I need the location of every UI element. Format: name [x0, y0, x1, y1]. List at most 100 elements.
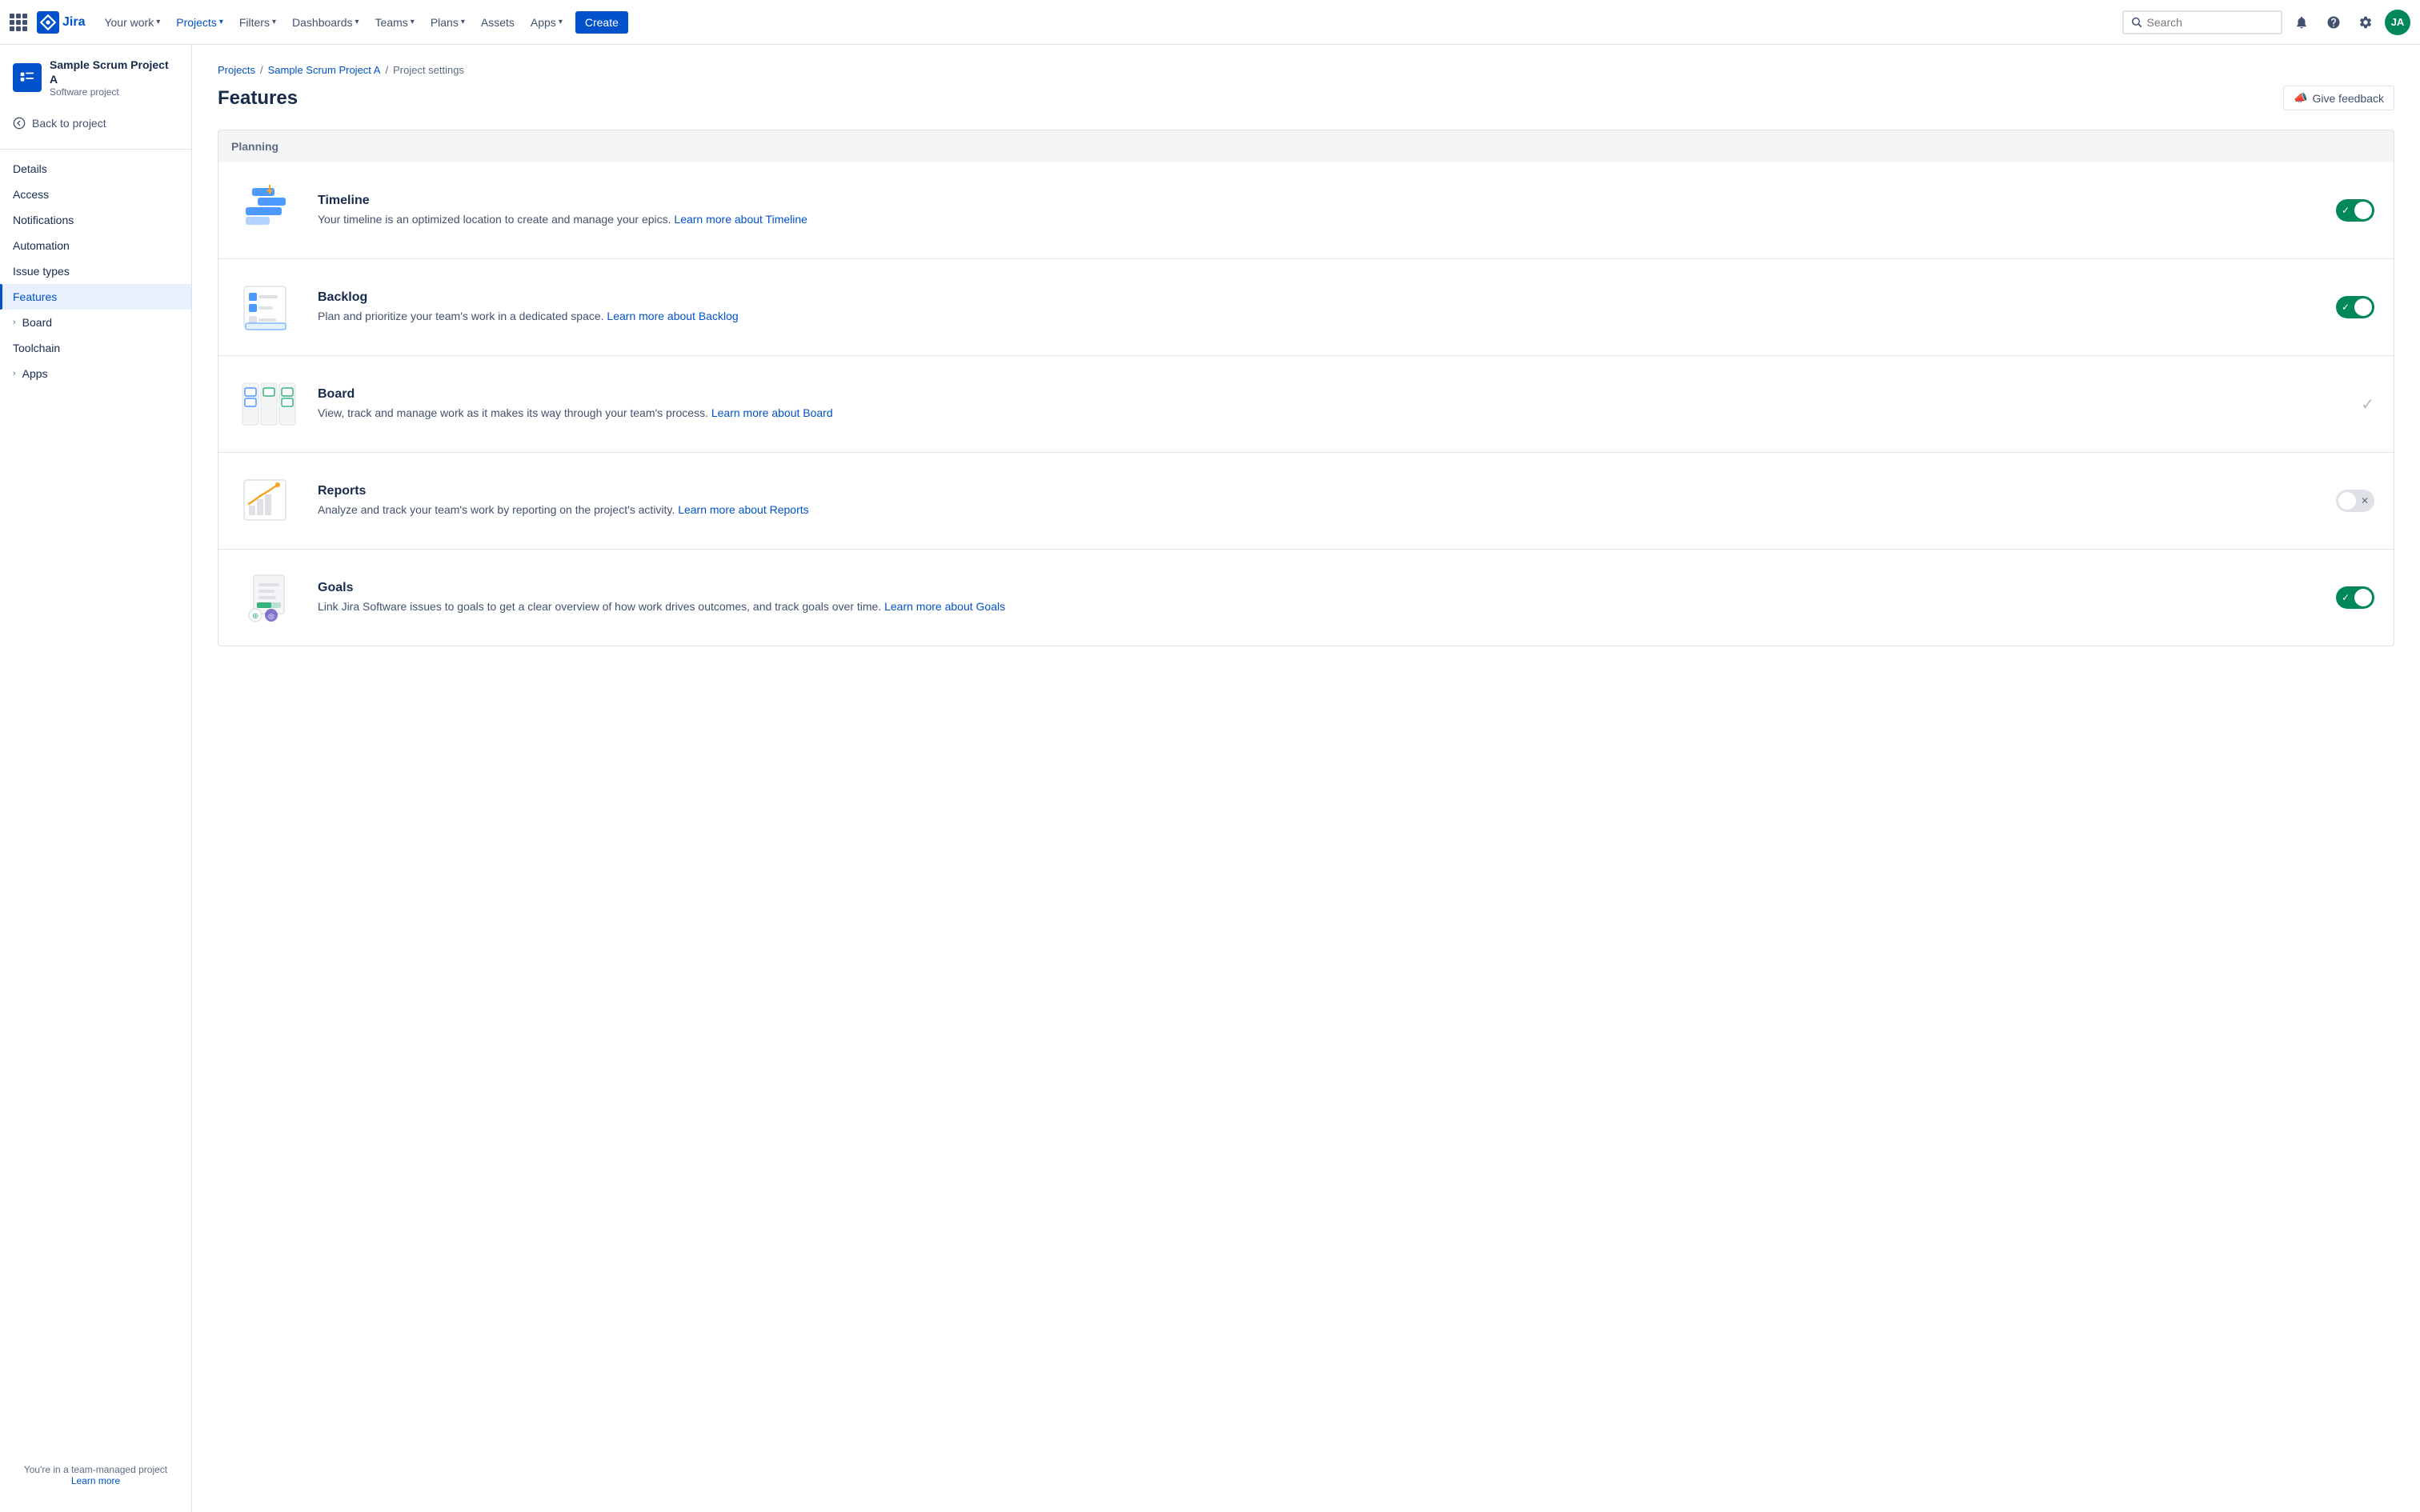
sidebar-item-toolchain[interactable]: Toolchain — [0, 335, 191, 361]
page-header: Features 📣 Give feedback — [218, 86, 2394, 110]
expand-icon: › — [13, 369, 16, 378]
help-button[interactable] — [2321, 10, 2346, 35]
sidebar-item-details[interactable]: Details — [0, 156, 191, 182]
top-navigation: Jira Your work ▾ Projects ▾ Filters ▾ Da… — [0, 0, 2420, 45]
app-switcher[interactable] — [10, 14, 27, 31]
nav-dashboards[interactable]: Dashboards ▾ — [286, 11, 366, 34]
nav-apps[interactable]: Apps ▾ — [524, 11, 569, 34]
check-icon: ✓ — [2342, 592, 2350, 603]
sidebar-footer: You're in a team-managed project Learn m… — [0, 1451, 191, 1499]
chevron-down-icon: ▾ — [559, 18, 563, 26]
reports-icon — [238, 472, 302, 530]
breadcrumb-separator: / — [385, 64, 388, 76]
nav-teams[interactable]: Teams ▾ — [369, 11, 421, 34]
feature-name-board: Board — [318, 387, 2318, 402]
main-layout: Sample Scrum Project A Software project … — [0, 45, 2420, 1512]
svg-text:◎: ◎ — [268, 612, 274, 620]
breadcrumb-project[interactable]: Sample Scrum Project A — [268, 64, 381, 76]
sidebar-item-automation[interactable]: Automation — [0, 233, 191, 258]
goals-icon: ⊕ ◎ — [238, 569, 302, 626]
search-input[interactable] — [2147, 16, 2273, 29]
avatar[interactable]: JA — [2385, 10, 2410, 35]
toggle-knob — [2354, 298, 2372, 316]
feature-info-timeline: Timeline Your timeline is an optimized l… — [318, 194, 2318, 228]
goals-learn-more-link[interactable]: Learn more about Goals — [884, 600, 1005, 613]
sidebar-item-issue-types[interactable]: Issue types — [0, 258, 191, 284]
timeline-learn-more-link[interactable]: Learn more about Timeline — [674, 213, 807, 226]
nav-assets[interactable]: Assets — [475, 11, 521, 34]
sidebar-item-board[interactable]: › Board — [0, 310, 191, 335]
create-button[interactable]: Create — [575, 11, 628, 34]
feature-card-goals: ⊕ ◎ Goals Link Jira Software issues to g… — [218, 550, 2394, 646]
feature-name-reports: Reports — [318, 484, 2318, 498]
feature-name-timeline: Timeline — [318, 194, 2318, 208]
x-icon: ✕ — [2361, 495, 2369, 506]
feature-name-backlog: Backlog — [318, 290, 2318, 305]
sidebar-project: Sample Scrum Project A Software project — [0, 58, 191, 110]
backlog-learn-more-link[interactable]: Learn more about Backlog — [607, 310, 738, 322]
feature-info-reports: Reports Analyze and track your team's wo… — [318, 484, 2318, 518]
learn-more-link[interactable]: Learn more — [71, 1475, 120, 1486]
nav-plans[interactable]: Plans ▾ — [424, 11, 471, 34]
check-icon: ✓ — [2342, 302, 2350, 313]
feature-toggle-reports: ✕ — [2334, 490, 2374, 512]
reports-learn-more-link[interactable]: Learn more about Reports — [678, 503, 808, 516]
feature-toggle-board: ✓ — [2334, 394, 2374, 414]
feature-toggle-goals: ✓ — [2334, 586, 2374, 609]
sidebar-item-features[interactable]: Features — [0, 284, 191, 310]
toggle-knob — [2354, 202, 2372, 219]
breadcrumb: Projects / Sample Scrum Project A / Proj… — [218, 64, 2394, 76]
jira-logo[interactable]: Jira — [37, 11, 85, 34]
chevron-down-icon: ▾ — [461, 18, 465, 26]
search-icon — [2132, 17, 2142, 28]
give-feedback-button[interactable]: 📣 Give feedback — [2283, 86, 2394, 110]
bell-icon — [2294, 15, 2309, 30]
chevron-down-icon: ▾ — [411, 18, 415, 26]
timeline-toggle[interactable]: ✓ — [2336, 199, 2374, 222]
gear-icon — [2358, 15, 2373, 30]
page-title: Features — [218, 87, 298, 110]
logo-text: Jira — [62, 15, 85, 30]
feature-card-backlog: Backlog Plan and prioritize your team's … — [218, 259, 2394, 356]
board-learn-more-link[interactable]: Learn more about Board — [711, 406, 833, 419]
feature-toggle-timeline: ✓ — [2334, 199, 2374, 222]
back-to-project[interactable]: Back to project — [0, 110, 191, 136]
backlog-toggle[interactable]: ✓ — [2336, 296, 2374, 318]
main-content: Projects / Sample Scrum Project A / Proj… — [192, 45, 2420, 1512]
feature-desc-backlog: Plan and prioritize your team's work in … — [318, 308, 2318, 325]
nav-filters[interactable]: Filters ▾ — [233, 11, 282, 34]
breadcrumb-separator: / — [260, 64, 263, 76]
sidebar-item-access[interactable]: Access — [0, 182, 191, 207]
back-icon — [13, 117, 26, 130]
breadcrumb-current: Project settings — [393, 64, 464, 76]
feature-desc-reports: Analyze and track your team's work by re… — [318, 502, 2318, 518]
settings-button[interactable] — [2353, 10, 2378, 35]
nav-your-work[interactable]: Your work ▾ — [98, 11, 166, 34]
search-box[interactable] — [2122, 10, 2282, 34]
chevron-down-icon: ▾ — [272, 18, 276, 26]
feature-name-goals: Goals — [318, 581, 2318, 595]
project-name: Sample Scrum Project A — [50, 58, 178, 86]
notifications-button[interactable] — [2289, 10, 2314, 35]
reports-toggle[interactable]: ✕ — [2336, 490, 2374, 512]
feature-info-backlog: Backlog Plan and prioritize your team's … — [318, 290, 2318, 325]
svg-text:⊕: ⊕ — [252, 612, 258, 621]
feature-card-board: Board View, track and manage work as it … — [218, 356, 2394, 453]
chevron-down-icon: ▾ — [219, 18, 223, 26]
breadcrumb-projects[interactable]: Projects — [218, 64, 255, 76]
feature-info-board: Board View, track and manage work as it … — [318, 387, 2318, 422]
project-icon — [13, 63, 42, 92]
project-type: Software project — [50, 86, 178, 98]
toggle-knob — [2354, 589, 2372, 606]
feature-desc-goals: Link Jira Software issues to goals to ge… — [318, 598, 2318, 615]
feature-desc-board: View, track and manage work as it makes … — [318, 405, 2318, 422]
goals-toggle[interactable]: ✓ — [2336, 586, 2374, 609]
nav-projects[interactable]: Projects ▾ — [170, 11, 230, 34]
sidebar-item-apps[interactable]: › Apps — [0, 361, 191, 386]
project-info: Sample Scrum Project A Software project — [50, 58, 178, 98]
backlog-icon — [238, 278, 302, 336]
feature-desc-timeline: Your timeline is an optimized location t… — [318, 211, 2318, 228]
megaphone-icon: 📣 — [2294, 91, 2307, 105]
sidebar-item-notifications[interactable]: Notifications — [0, 207, 191, 233]
feature-info-goals: Goals Link Jira Software issues to goals… — [318, 581, 2318, 615]
